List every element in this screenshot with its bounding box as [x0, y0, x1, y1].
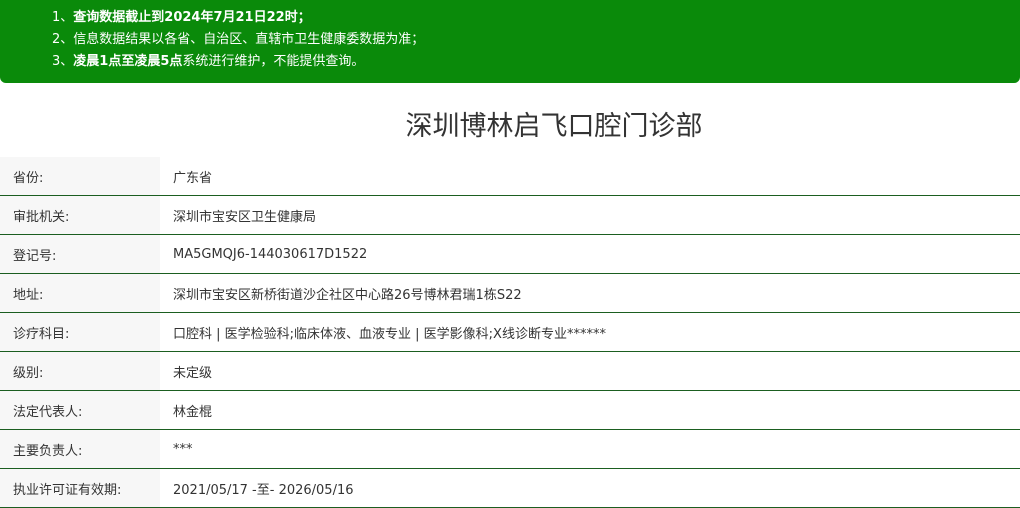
row-label: 审批机关:	[0, 195, 160, 235]
row-value: 深圳市宝安区卫生健康局	[160, 195, 1020, 235]
table-row-registration-number: 登记号: MA5GMQJ6-144030617D1522	[0, 234, 1020, 274]
notice-line-2-text: 信息数据结果以各省、自治区、直辖市卫生健康委数据为准；	[73, 32, 425, 47]
row-value: 2021/05/17 -至- 2026/05/16	[160, 468, 1020, 508]
row-label: 诊疗科目:	[0, 312, 160, 352]
notice-line-1: 1、查询数据截止到2024年7月21日22时；	[0, 7, 1020, 29]
table-row-address: 地址: 深圳市宝安区新桥街道沙企社区中心路26号博林君瑞1栋S22	[0, 273, 1020, 313]
row-label: 执业许可证有效期:	[0, 468, 160, 508]
table-row-departments: 诊疗科目: 口腔科 | 医学检验科;临床体液、血液专业 | 医学影像科;X线诊断…	[0, 312, 1020, 352]
table-row-province: 省份: 广东省	[0, 157, 1020, 196]
table-row-level: 级别: 未定级	[0, 351, 1020, 391]
info-table: 省份: 广东省 审批机关: 深圳市宝安区卫生健康局 登记号: MA5GMQJ6-…	[0, 157, 1020, 508]
notice-line-3-prefix: 3、	[52, 54, 74, 69]
table-row-approval-authority: 审批机关: 深圳市宝安区卫生健康局	[0, 195, 1020, 235]
notice-line-2-prefix: 2、	[52, 32, 74, 47]
row-label: 地址:	[0, 273, 160, 313]
row-label: 法定代表人:	[0, 390, 160, 430]
notice-banner: 1、查询数据截止到2024年7月21日22时； 2、信息数据结果以各省、自治区、…	[0, 0, 1020, 83]
row-label: 省份:	[0, 157, 160, 196]
row-value: 深圳市宝安区新桥街道沙企社区中心路26号博林君瑞1栋S22	[160, 273, 1020, 313]
notice-line-3-bold: 凌晨1点至凌晨5点	[73, 54, 183, 69]
row-value: 口腔科 | 医学检验科;临床体液、血液专业 | 医学影像科;X线诊断专业****…	[160, 312, 1020, 352]
row-value: 广东省	[160, 157, 1020, 196]
table-row-legal-representative: 法定代表人: 林金棍	[0, 390, 1020, 430]
page-title: 深圳博林启飞口腔门诊部	[405, 111, 703, 142]
row-label: 主要负责人:	[0, 429, 160, 469]
notice-line-1-prefix: 1、	[52, 10, 74, 25]
row-value: MA5GMQJ6-144030617D1522	[160, 234, 1020, 274]
row-value: ***	[160, 429, 1020, 469]
notice-line-3: 3、凌晨1点至凌晨5点系统进行维护，不能提供查询。	[0, 51, 1020, 73]
table-row-principal: 主要负责人: ***	[0, 429, 1020, 469]
row-value: 未定级	[160, 351, 1020, 391]
row-label: 级别:	[0, 351, 160, 391]
notice-line-2: 2、信息数据结果以各省、自治区、直辖市卫生健康委数据为准；	[0, 29, 1020, 51]
row-label: 登记号:	[0, 234, 160, 274]
table-row-license-validity: 执业许可证有效期: 2021/05/17 -至- 2026/05/16	[0, 468, 1020, 508]
row-value: 林金棍	[160, 390, 1020, 430]
notice-line-3-text: 系统进行维护，不能提供查询。	[182, 54, 365, 69]
notice-line-1-text: 查询数据截止到2024年7月21日22时；	[73, 10, 311, 25]
